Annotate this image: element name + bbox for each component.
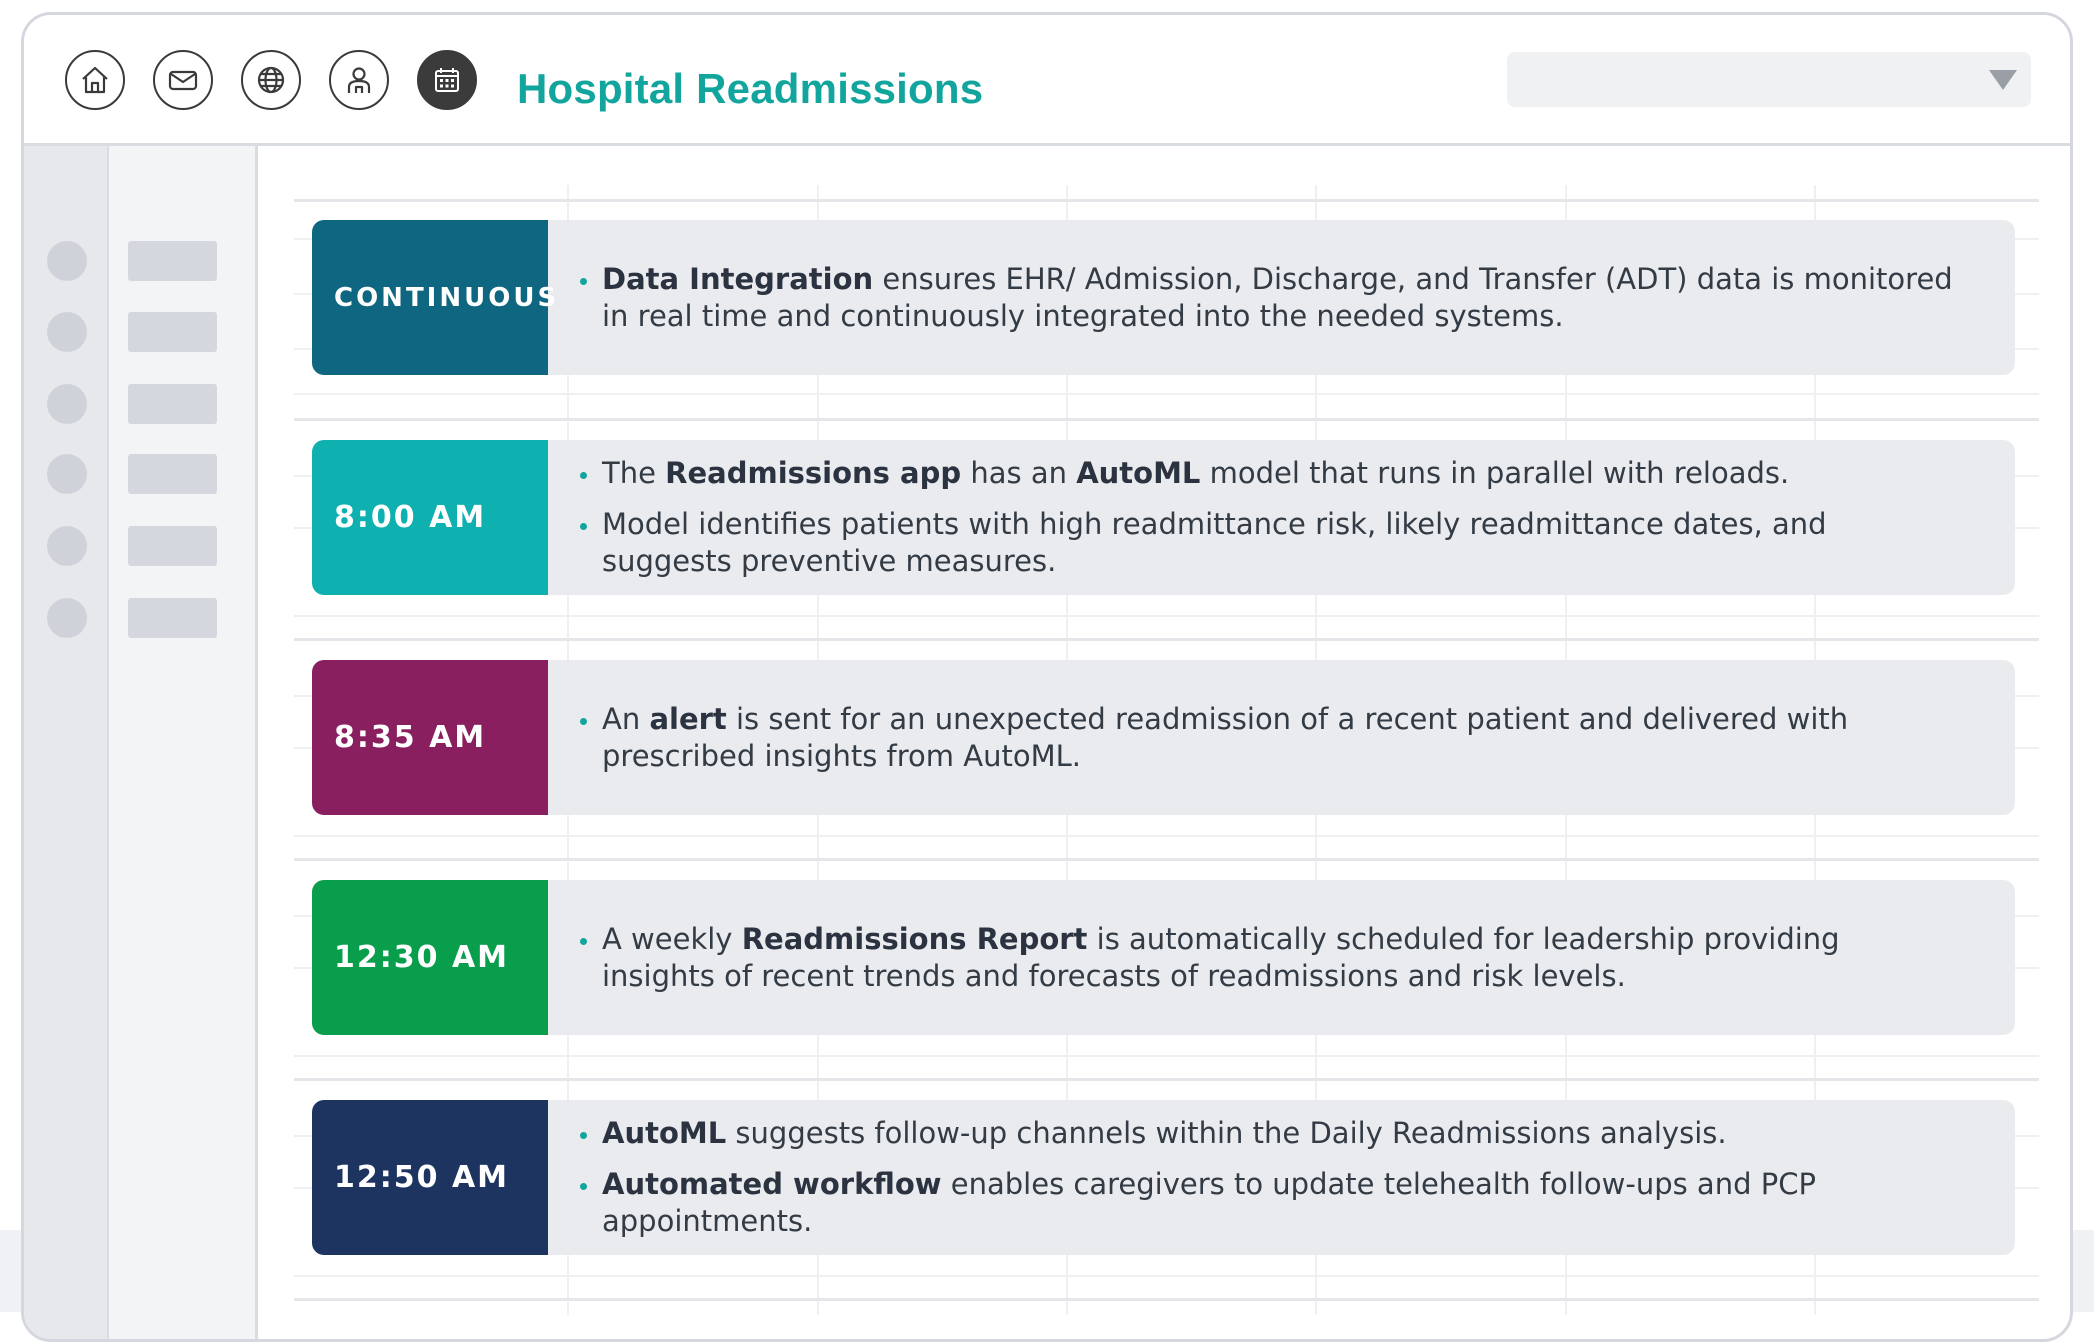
grid-line bbox=[294, 418, 2039, 421]
time-label: 8:00 AM bbox=[312, 440, 548, 595]
filter-dropdown[interactable] bbox=[1507, 52, 2031, 107]
bullet-text: has an bbox=[961, 456, 1077, 490]
bullet-text: A weekly bbox=[602, 921, 742, 956]
time-label: 8:35 AM bbox=[312, 660, 548, 815]
sidebar-dot[interactable] bbox=[47, 454, 87, 494]
bullet-item: The Readmissions app has an AutoML model… bbox=[578, 455, 1955, 492]
bullet-list: AutoML suggests follow-up channels withi… bbox=[578, 1100, 1955, 1255]
bullet-emphasis: alert bbox=[649, 701, 727, 736]
globe-icon[interactable] bbox=[241, 50, 301, 110]
sidebar-dot[interactable] bbox=[47, 312, 87, 352]
grid-line bbox=[294, 858, 2039, 861]
calendar-icon[interactable] bbox=[417, 50, 477, 110]
bullet-emphasis: AutoML bbox=[1076, 456, 1201, 490]
bullet-text: suggests follow-up channels within the D… bbox=[726, 1116, 1727, 1150]
timeline-entry: 12:50 AM AutoML suggests follow-up chann… bbox=[312, 1100, 2015, 1255]
bullet-text: is sent for an unexpected readmission of… bbox=[602, 701, 1849, 773]
timeline-entry: CONTINUOUS Data Integration ensures EHR/… bbox=[312, 220, 2015, 375]
timeline-entry: 12:30 AM A weekly Readmissions Report is… bbox=[312, 880, 2015, 1035]
bullet-emphasis: Readmissions Report bbox=[741, 921, 1088, 956]
bullet-item: An alert is sent for an unexpected readm… bbox=[578, 701, 1955, 775]
grid-line bbox=[294, 393, 2039, 395]
sidebar-dot[interactable] bbox=[47, 598, 87, 638]
bullet-item: Data Integration ensures EHR/ Admission,… bbox=[578, 261, 1955, 335]
bullet-text: model that runs in parallel with reloads… bbox=[1200, 456, 1790, 490]
bullet-list: A weekly Readmissions Report is automati… bbox=[578, 880, 1955, 1035]
sidebar-dot[interactable] bbox=[47, 241, 87, 281]
grid-line bbox=[294, 638, 2039, 641]
mail-icon[interactable] bbox=[153, 50, 213, 110]
bullet-text: An bbox=[602, 701, 650, 736]
top-toolbar: Hospital Readmissions bbox=[24, 15, 2070, 146]
sidebar-item-placeholder[interactable] bbox=[128, 312, 217, 352]
sidebar-item-placeholder[interactable] bbox=[128, 454, 217, 494]
bullet-emphasis: Automated workflow bbox=[602, 1167, 942, 1201]
grid-line bbox=[294, 835, 2039, 837]
user-icon[interactable] bbox=[329, 50, 389, 110]
timeline-entry: 8:35 AM An alert is sent for an unexpect… bbox=[312, 660, 2015, 815]
bullet-text: The bbox=[602, 456, 666, 490]
chevron-down-icon[interactable] bbox=[1989, 70, 2017, 90]
sidebar-dot[interactable] bbox=[47, 384, 87, 424]
time-label: CONTINUOUS bbox=[312, 220, 556, 375]
grid-line bbox=[294, 1298, 2039, 1301]
timeline-entry: 8:00 AM The Readmissions app has an Auto… bbox=[312, 440, 2015, 595]
bullet-text: Model identifies patients with high read… bbox=[602, 507, 1827, 578]
bullet-item: Automated workflow enables caregivers to… bbox=[578, 1166, 1955, 1240]
bullet-list: An alert is sent for an unexpected readm… bbox=[578, 660, 1955, 815]
time-label: 12:50 AM bbox=[312, 1100, 548, 1255]
sidebar-item-placeholder[interactable] bbox=[128, 241, 217, 281]
page-title: Hospital Readmissions bbox=[517, 65, 984, 112]
bullet-emphasis: Readmissions app bbox=[665, 456, 962, 490]
grid-line bbox=[294, 199, 2039, 202]
sidebar-item-placeholder[interactable] bbox=[128, 526, 217, 566]
sidebar-dot[interactable] bbox=[47, 526, 87, 566]
grid-line bbox=[294, 1275, 2039, 1277]
bullet-emphasis: Data Integration bbox=[602, 261, 874, 296]
bullet-list: The Readmissions app has an AutoML model… bbox=[578, 440, 1955, 595]
sidebar-item-placeholder[interactable] bbox=[128, 598, 217, 638]
bullet-list: Data Integration ensures EHR/ Admission,… bbox=[578, 220, 1955, 375]
app-window: Hospital Readmissions CONTINUOUS Data In… bbox=[21, 12, 2073, 1342]
bullet-emphasis: AutoML bbox=[602, 1116, 727, 1150]
grid-line bbox=[294, 1078, 2039, 1081]
bullet-item: Model identifies patients with high read… bbox=[578, 506, 1955, 580]
grid-line bbox=[294, 1055, 2039, 1057]
bullet-item: AutoML suggests follow-up channels withi… bbox=[578, 1115, 1955, 1152]
time-label: 12:30 AM bbox=[312, 880, 548, 1035]
sidebar-item-placeholder[interactable] bbox=[128, 384, 217, 424]
grid-line bbox=[294, 615, 2039, 617]
bullet-item: A weekly Readmissions Report is automati… bbox=[578, 921, 1955, 995]
home-icon[interactable] bbox=[65, 50, 125, 110]
